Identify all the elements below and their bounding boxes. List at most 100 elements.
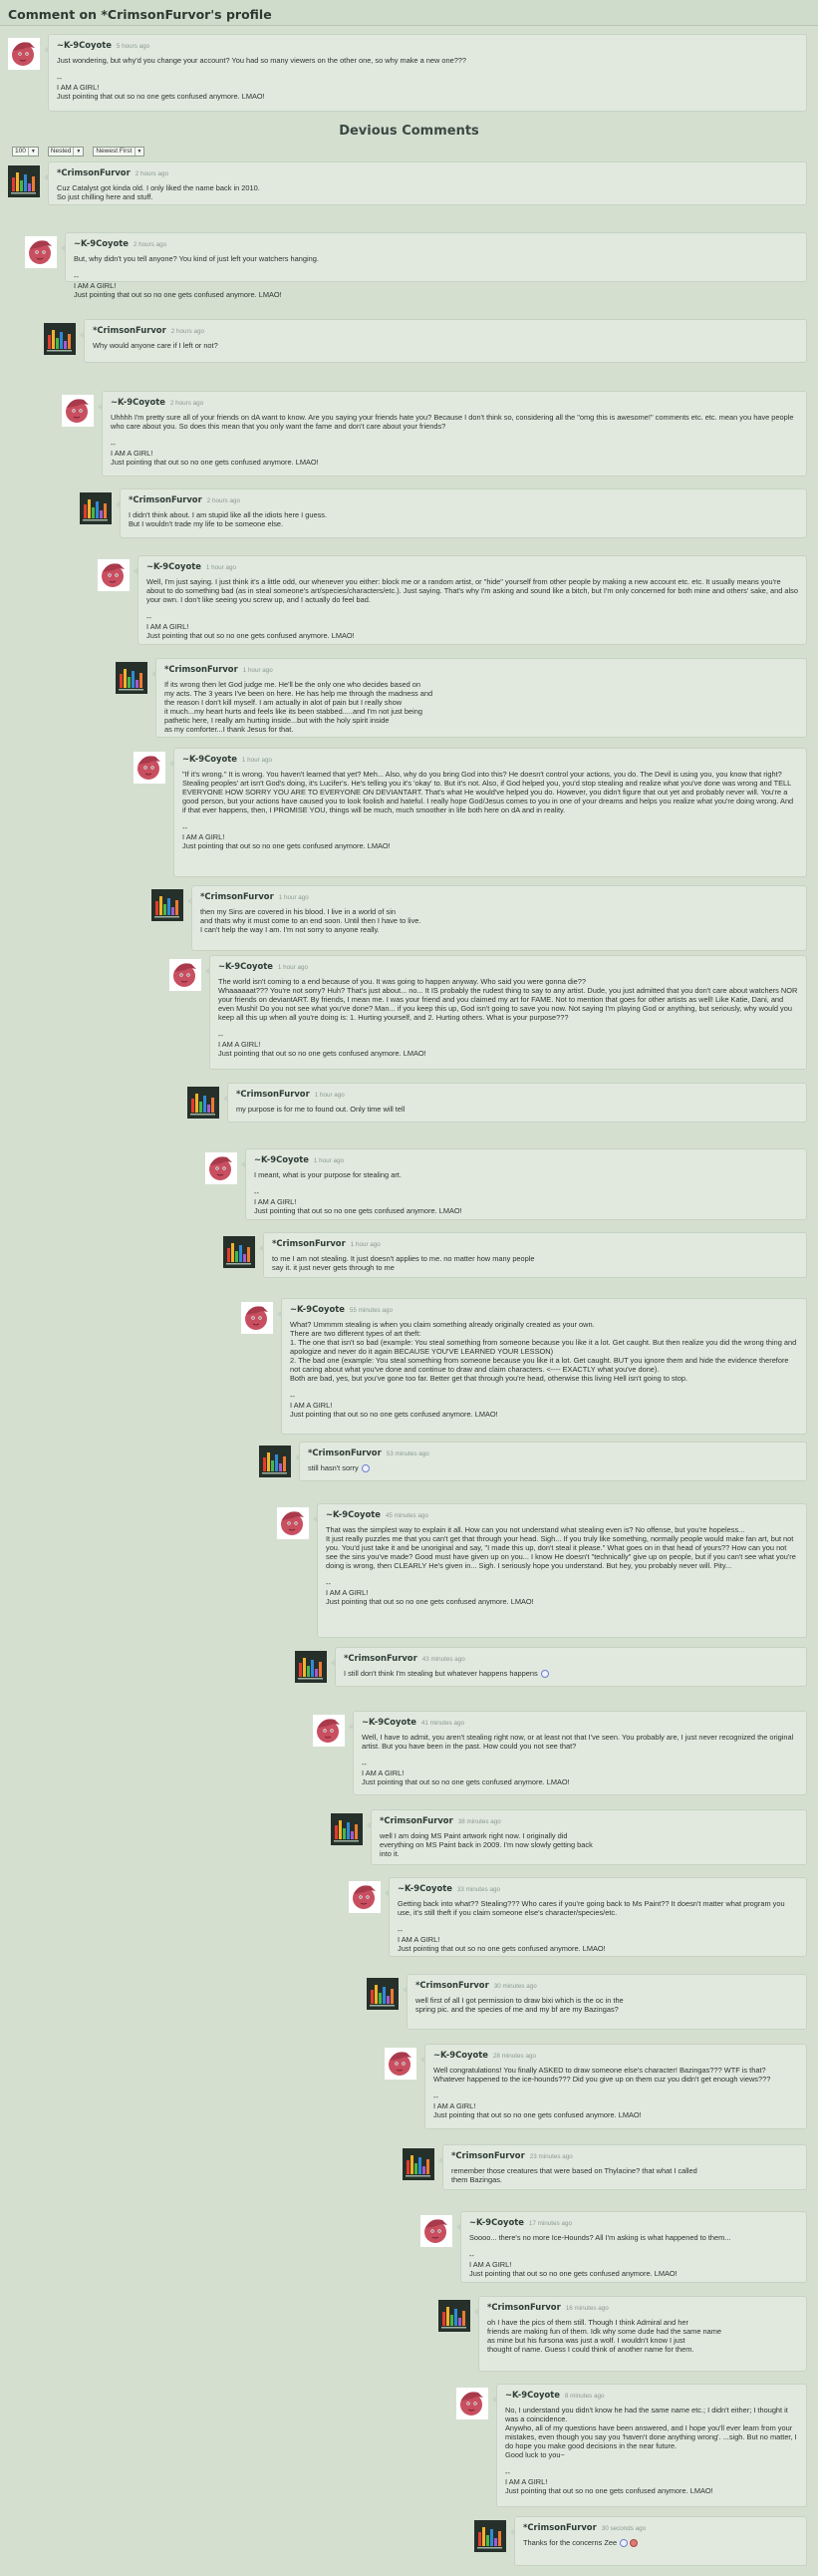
comment-author-link[interactable]: ~K-9Coyote bbox=[146, 561, 201, 571]
comment-author-link[interactable]: *CrimsonFurvor bbox=[380, 1815, 453, 1825]
avatar[interactable] bbox=[187, 1087, 219, 1119]
comment-author-link[interactable]: *CrimsonFurvor bbox=[272, 1238, 346, 1248]
comment-author-link[interactable]: *CrimsonFurvor bbox=[93, 325, 166, 335]
avatar[interactable] bbox=[62, 395, 94, 427]
comment-author-link[interactable]: *CrimsonFurvor bbox=[523, 2522, 597, 2532]
avatar[interactable] bbox=[8, 165, 40, 197]
comment-box: *CrimsonFurvor 2 hours ago I didn't think … bbox=[116, 488, 807, 538]
avatar[interactable] bbox=[456, 2388, 488, 2419]
comment-box: *CrimsonFurvor 43 minutes ago I still don'… bbox=[331, 1647, 807, 1687]
avatar[interactable] bbox=[259, 1446, 291, 1477]
comment-author-link[interactable]: ~K-9Coyote bbox=[74, 238, 129, 248]
avatar[interactable] bbox=[169, 959, 201, 991]
avatar[interactable] bbox=[151, 889, 183, 921]
comment-text: Well congratulations! You finally ASKED … bbox=[433, 2066, 771, 2119]
comment-author-link[interactable]: ~K-9Coyote bbox=[182, 754, 237, 764]
comment-author-link[interactable]: *CrimsonFurvor bbox=[344, 1653, 417, 1663]
avatar[interactable] bbox=[367, 1978, 399, 2010]
comment-body: What? Ummmm stealing is when you claim s… bbox=[290, 1320, 798, 1419]
avatar[interactable] bbox=[474, 2520, 506, 2552]
comment-timestamp[interactable]: 8 minutes ago bbox=[565, 2393, 605, 2400]
comment-author-link[interactable]: ~K-9Coyote bbox=[398, 1883, 452, 1893]
avatar[interactable] bbox=[403, 2148, 434, 2180]
avatar[interactable] bbox=[205, 1152, 237, 1184]
comment-timestamp[interactable]: 1 hour ago bbox=[242, 757, 272, 764]
avatar[interactable] bbox=[420, 2215, 452, 2247]
comment-box: ~K-9Coyote 1 hour ago The world isn't comi… bbox=[205, 955, 807, 1070]
comment-author-link[interactable]: ~K-9Coyote bbox=[218, 961, 273, 971]
comment-author-link[interactable]: ~K-9Coyote bbox=[505, 2390, 560, 2400]
avatar[interactable] bbox=[98, 559, 130, 591]
avatar[interactable] bbox=[349, 1881, 381, 1913]
comment-timestamp[interactable]: 38 minutes ago bbox=[458, 1818, 501, 1825]
comment-timestamp[interactable]: 5 hours ago bbox=[117, 43, 149, 50]
avatar[interactable] bbox=[241, 1302, 273, 1334]
comment-timestamp[interactable]: 30 minutes ago bbox=[494, 1983, 537, 1990]
comment-timestamp[interactable]: 55 minutes ago bbox=[350, 1307, 393, 1314]
emoticon-icon bbox=[540, 1670, 549, 1679]
comment-author-link[interactable]: *CrimsonFurvor bbox=[200, 891, 274, 901]
avatar[interactable] bbox=[385, 2048, 416, 2080]
comment-timestamp[interactable]: 2 hours ago bbox=[170, 400, 203, 407]
comment-timestamp[interactable]: 1 hour ago bbox=[278, 964, 308, 971]
comment-author-link[interactable]: ~K-9Coyote bbox=[362, 1717, 416, 1727]
avatar[interactable] bbox=[277, 1507, 309, 1539]
comment-timestamp[interactable]: 2 hours ago bbox=[134, 241, 166, 248]
comment-box: *CrimsonFurvor 2 hours ago Why would anyon… bbox=[80, 319, 807, 363]
comment-timestamp[interactable]: 2 hours ago bbox=[207, 497, 240, 504]
avatar[interactable] bbox=[8, 38, 40, 70]
avatar[interactable] bbox=[116, 662, 147, 694]
avatar[interactable] bbox=[44, 323, 76, 355]
comment-author-link[interactable]: *CrimsonFurvor bbox=[129, 494, 202, 504]
comment-body: But, why didn't you tell anyone? You kin… bbox=[74, 254, 798, 299]
comment-author-link[interactable]: *CrimsonFurvor bbox=[236, 1089, 310, 1099]
comment-timestamp[interactable]: 2 hours ago bbox=[171, 328, 204, 335]
comment-text: The world isn't coming to a end because … bbox=[218, 977, 798, 1058]
comment-meta: *CrimsonFurvor 1 hour ago bbox=[200, 891, 798, 902]
comment-author-link[interactable]: *CrimsonFurvor bbox=[415, 1980, 489, 1990]
comment-author-link[interactable]: ~K-9Coyote bbox=[326, 1509, 381, 1519]
comment-author-link[interactable]: ~K-9Coyote bbox=[254, 1154, 309, 1164]
comment-author-link[interactable]: ~K-9Coyote bbox=[433, 2050, 488, 2060]
comment-timestamp[interactable]: 1 hour ago bbox=[279, 894, 309, 901]
avatar[interactable] bbox=[223, 1236, 255, 1268]
comment-timestamp[interactable]: 53 minutes ago bbox=[387, 1450, 429, 1457]
avatar[interactable] bbox=[313, 1715, 345, 1747]
avatar[interactable] bbox=[80, 492, 112, 524]
comment-meta: *CrimsonFurvor 2 hours ago bbox=[129, 494, 798, 505]
comment-timestamp[interactable]: 1 hour ago bbox=[243, 667, 273, 674]
comment-timestamp[interactable]: 23 minutes ago bbox=[530, 2153, 573, 2160]
comment-author-link[interactable]: ~K-9Coyote bbox=[57, 40, 112, 50]
comment-body: still hasn't sorry bbox=[308, 1463, 798, 1473]
comment-timestamp[interactable]: 41 minutes ago bbox=[421, 1720, 464, 1727]
comment-author-link[interactable]: *CrimsonFurvor bbox=[487, 2302, 561, 2312]
comment-timestamp[interactable]: 33 minutes ago bbox=[457, 1886, 500, 1893]
comment-timestamp[interactable]: 2 hours ago bbox=[136, 170, 168, 177]
comment-author-link[interactable]: *CrimsonFurvor bbox=[164, 664, 238, 674]
avatar[interactable] bbox=[331, 1813, 363, 1845]
comment-timestamp[interactable]: 1 hour ago bbox=[315, 1092, 345, 1099]
comment-timestamp[interactable]: 30 seconds ago bbox=[602, 2525, 646, 2532]
comment-timestamp[interactable]: 1 hour ago bbox=[206, 564, 236, 571]
avatar[interactable] bbox=[134, 752, 165, 784]
avatar[interactable] bbox=[295, 1651, 327, 1683]
comment-timestamp[interactable]: 1 hour ago bbox=[314, 1157, 344, 1164]
comment-item: *CrimsonFurvor 2 hours ago Cuz Catalyst go… bbox=[8, 161, 807, 205]
comment-author-link[interactable]: *CrimsonFurvor bbox=[451, 2150, 525, 2160]
comment-timestamp[interactable]: 28 minutes ago bbox=[493, 2053, 536, 2060]
comment-author-link[interactable]: *CrimsonFurvor bbox=[57, 167, 131, 177]
avatar[interactable] bbox=[438, 2300, 470, 2332]
comment-timestamp[interactable]: 43 minutes ago bbox=[422, 1656, 465, 1663]
comment-item: ~K-9Coyote 33 minutes ago Getting back int… bbox=[349, 1877, 807, 1957]
comment-author-link[interactable]: ~K-9Coyote bbox=[469, 2217, 524, 2227]
avatar[interactable] bbox=[25, 236, 57, 268]
comment-author-link[interactable]: ~K-9Coyote bbox=[290, 1304, 345, 1314]
emoticon-icon bbox=[630, 2539, 639, 2548]
comment-timestamp[interactable]: 1 hour ago bbox=[351, 1241, 381, 1248]
comment-timestamp[interactable]: 17 minutes ago bbox=[529, 2220, 572, 2227]
comment-author-link[interactable]: *CrimsonFurvor bbox=[308, 1448, 382, 1457]
comment-box: *CrimsonFurvor 23 minutes ago remember tho… bbox=[438, 2144, 807, 2190]
comment-timestamp[interactable]: 16 minutes ago bbox=[566, 2305, 609, 2312]
comment-author-link[interactable]: ~K-9Coyote bbox=[111, 397, 165, 407]
comment-timestamp[interactable]: 45 minutes ago bbox=[386, 1512, 428, 1519]
